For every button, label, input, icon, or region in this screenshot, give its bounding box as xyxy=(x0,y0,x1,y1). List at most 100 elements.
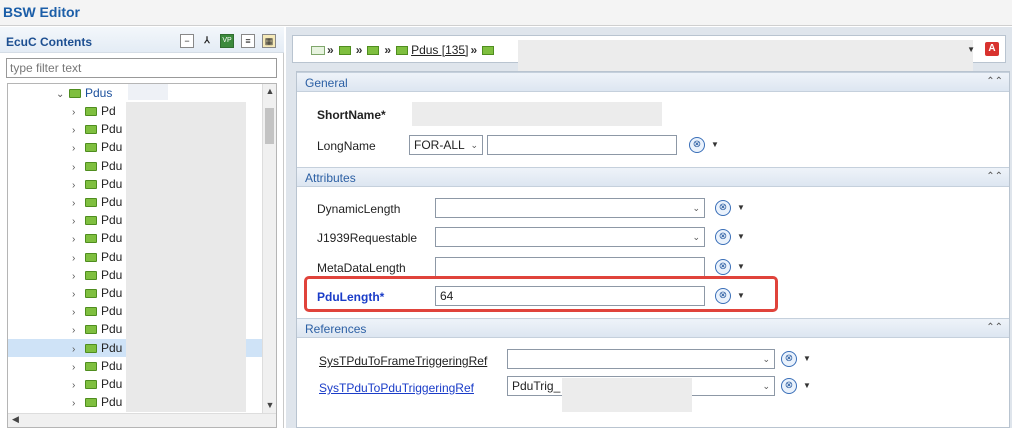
frame-ref-select[interactable]: ⌄ xyxy=(507,349,775,369)
j1939-label: J1939Requestable xyxy=(317,231,418,245)
autosar-icon[interactable]: A xyxy=(985,42,999,56)
redacted-region xyxy=(128,84,168,100)
title-bar: BSW Editor xyxy=(0,0,1012,26)
tree-item-label: Pdu xyxy=(101,395,123,410)
vp-icon[interactable]: VP xyxy=(220,34,234,48)
dropdown-arrow-icon[interactable]: ▼ xyxy=(803,381,811,390)
scroll-up-icon[interactable]: ▲ xyxy=(263,86,276,96)
tree-item-label: Pdu xyxy=(101,249,123,264)
pdulength-label: PduLength* xyxy=(317,290,385,304)
breadcrumb: »»» Pdus [135]» ▼ A xyxy=(292,35,1006,84)
longname-label: LongName xyxy=(317,139,376,153)
edit-ref-icon[interactable]: ⊗ xyxy=(781,378,797,394)
chevron-down-icon: ⌄ xyxy=(762,381,770,391)
tree-item-label: Pdu xyxy=(101,195,123,209)
language-select[interactable]: FOR-ALL ⌄ xyxy=(409,135,483,155)
chevron-down-icon: ⌄ xyxy=(762,354,770,364)
grid-icon[interactable]: ▦ xyxy=(262,34,276,48)
folder-icon xyxy=(85,361,97,371)
tree-item-label: Pdu xyxy=(101,158,123,173)
dropdown-arrow-icon[interactable]: ▼ xyxy=(711,140,719,149)
edit-ref-icon[interactable]: ⊗ xyxy=(781,351,797,367)
folder-icon xyxy=(396,46,409,55)
edit-ref-icon[interactable]: ⊗ xyxy=(715,200,731,216)
redacted-region xyxy=(126,102,246,412)
metadata-length-field[interactable] xyxy=(435,257,705,277)
ecuc-contents-panel: EcuC Contents − ⅄ VP ≡ ▦ type filter tex… xyxy=(0,27,284,428)
tree-root-label: Pdus xyxy=(85,86,113,100)
ecuc-contents-header: EcuC Contents − ⅄ VP ≡ ▦ xyxy=(0,27,284,53)
folder-icon xyxy=(85,289,97,298)
folder-icon xyxy=(85,198,97,207)
tree-item-label: Pdu xyxy=(101,322,123,337)
folder-icon xyxy=(482,46,495,55)
section-references-header[interactable]: References ⌃⌃ xyxy=(297,318,1009,338)
vertical-scrollbar[interactable]: ▲ ▼ xyxy=(262,84,276,414)
folder-icon xyxy=(85,216,97,226)
tree-item-label: Pdu xyxy=(101,286,123,300)
dropdown-arrow-icon[interactable]: ▼ xyxy=(967,45,975,54)
dynamic-length-select[interactable]: ⌄ xyxy=(435,198,705,218)
tree-item-label: Pdu xyxy=(101,213,123,228)
folder-icon xyxy=(69,89,81,98)
edit-ref-icon[interactable]: ⊗ xyxy=(715,288,731,304)
redacted-region xyxy=(562,378,692,412)
property-editor: General ⌃⌃ ShortName* LongName FOR-ALL ⌄… xyxy=(296,71,1010,428)
j1939-select[interactable]: ⌄ xyxy=(435,227,705,247)
edit-ref-icon[interactable]: ⊗ xyxy=(715,259,731,275)
folder-icon xyxy=(85,143,97,153)
folder-icon xyxy=(85,398,97,408)
tree-item-label: Pdu xyxy=(101,267,123,282)
folder-icon xyxy=(85,380,97,389)
collapse-section-icon[interactable]: ⌃⌃ xyxy=(986,171,1003,182)
collapse-section-icon[interactable]: ⌃⌃ xyxy=(986,322,1003,333)
panel-title: EcuC Contents xyxy=(6,35,93,49)
pdu-ref-label[interactable]: SysTPduToPduTriggeringRef xyxy=(319,381,474,395)
chevron-down-icon: ⌄ xyxy=(692,232,700,242)
pdu-ref-value: PduTrig_ xyxy=(512,379,561,393)
folder-icon xyxy=(367,46,380,55)
collapse-section-icon[interactable]: ⌃⌃ xyxy=(986,76,1003,87)
collapse-all-icon[interactable]: − xyxy=(180,34,194,48)
shortname-field[interactable] xyxy=(412,102,662,126)
tree-item-label: Pdu xyxy=(101,358,123,373)
longname-field[interactable] xyxy=(487,135,677,155)
folder-icon xyxy=(85,234,97,244)
frame-ref-label[interactable]: SysTPduToFrameTriggeringRef xyxy=(319,354,487,368)
scroll-down-icon[interactable]: ▼ xyxy=(263,400,276,410)
tree-item-label: Pdu xyxy=(101,304,123,319)
edit-ref-icon[interactable]: ⊗ xyxy=(715,229,731,245)
scroll-left-icon[interactable]: ◀ xyxy=(12,414,19,425)
dropdown-arrow-icon[interactable]: ▼ xyxy=(737,232,745,241)
breadcrumb-path: »»» Pdus [135]» xyxy=(311,43,497,57)
chevron-down-icon: ⌄ xyxy=(470,140,478,150)
chevron-down-icon: ⌄ xyxy=(692,203,700,213)
tree-item-label: Pd xyxy=(101,104,116,118)
dropdown-arrow-icon[interactable]: ▼ xyxy=(737,262,745,271)
filter-input[interactable]: type filter text xyxy=(6,58,277,78)
scroll-thumb[interactable] xyxy=(265,108,274,144)
folder-icon xyxy=(85,343,97,353)
folder-icon xyxy=(85,125,97,135)
folder-icon xyxy=(85,325,97,335)
module-icon xyxy=(311,46,325,55)
document-icon[interactable]: ≡ xyxy=(241,34,255,48)
tree-item-label: Pdu xyxy=(101,122,123,137)
section-general-header[interactable]: General ⌃⌃ xyxy=(297,72,1009,92)
tree-item-label: Pdu xyxy=(101,231,123,246)
dropdown-arrow-icon[interactable]: ▼ xyxy=(737,203,745,212)
horizontal-scrollbar[interactable]: ◀ xyxy=(8,413,276,427)
dropdown-arrow-icon[interactable]: ▼ xyxy=(737,291,745,300)
window-title: BSW Editor xyxy=(3,4,80,20)
tree-item-label: Pdu xyxy=(101,340,123,355)
dropdown-arrow-icon[interactable]: ▼ xyxy=(803,354,811,363)
section-attributes-header[interactable]: Attributes ⌃⌃ xyxy=(297,167,1009,187)
edit-ref-icon[interactable]: ⊗ xyxy=(689,137,705,153)
breadcrumb-item-pdus[interactable]: Pdus [135] xyxy=(411,43,468,57)
tree-root-pdus[interactable]: ⌄ Pdus xyxy=(56,84,112,102)
link-icon[interactable]: ⅄ xyxy=(200,34,214,48)
pdulength-field[interactable]: 64 xyxy=(435,286,705,306)
section-title: References xyxy=(305,322,367,336)
metadata-length-label: MetaDataLength xyxy=(317,261,406,275)
folder-icon xyxy=(85,107,97,116)
